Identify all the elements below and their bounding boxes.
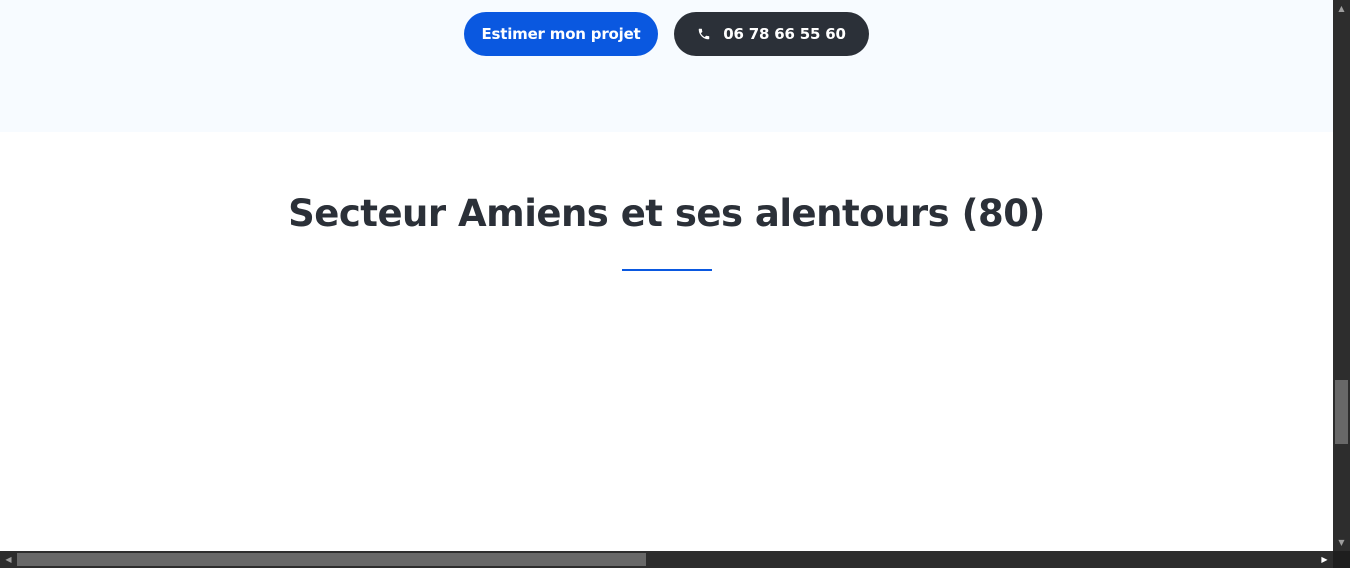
- horizontal-scroll-thumb[interactable]: [17, 553, 646, 566]
- vertical-scroll-thumb[interactable]: [1335, 380, 1348, 444]
- scroll-up-icon[interactable]: ▲: [1333, 0, 1350, 17]
- estimate-project-button[interactable]: Estimer mon projet: [464, 12, 658, 56]
- horizontal-scrollbar[interactable]: ◀ ▶: [0, 551, 1333, 568]
- scroll-right-icon[interactable]: ▶: [1316, 551, 1333, 568]
- title-underline: [622, 269, 712, 271]
- section-title: Secteur Amiens et ses alentours (80): [288, 192, 1045, 235]
- scroll-left-icon[interactable]: ◀: [0, 551, 17, 568]
- phone-call-button[interactable]: 06 78 66 55 60: [674, 12, 869, 56]
- scrollbar-corner: [1333, 551, 1350, 568]
- phone-number-label: 06 78 66 55 60: [723, 25, 846, 43]
- vertical-scrollbar[interactable]: ▲ ▼: [1333, 0, 1350, 551]
- page-viewport: Estimer mon projet 06 78 66 55 60 Secteu…: [0, 0, 1333, 551]
- scroll-down-icon[interactable]: ▼: [1333, 534, 1350, 551]
- cta-band: Estimer mon projet 06 78 66 55 60: [0, 0, 1333, 132]
- estimate-project-label: Estimer mon projet: [481, 25, 641, 43]
- phone-icon: [697, 27, 711, 41]
